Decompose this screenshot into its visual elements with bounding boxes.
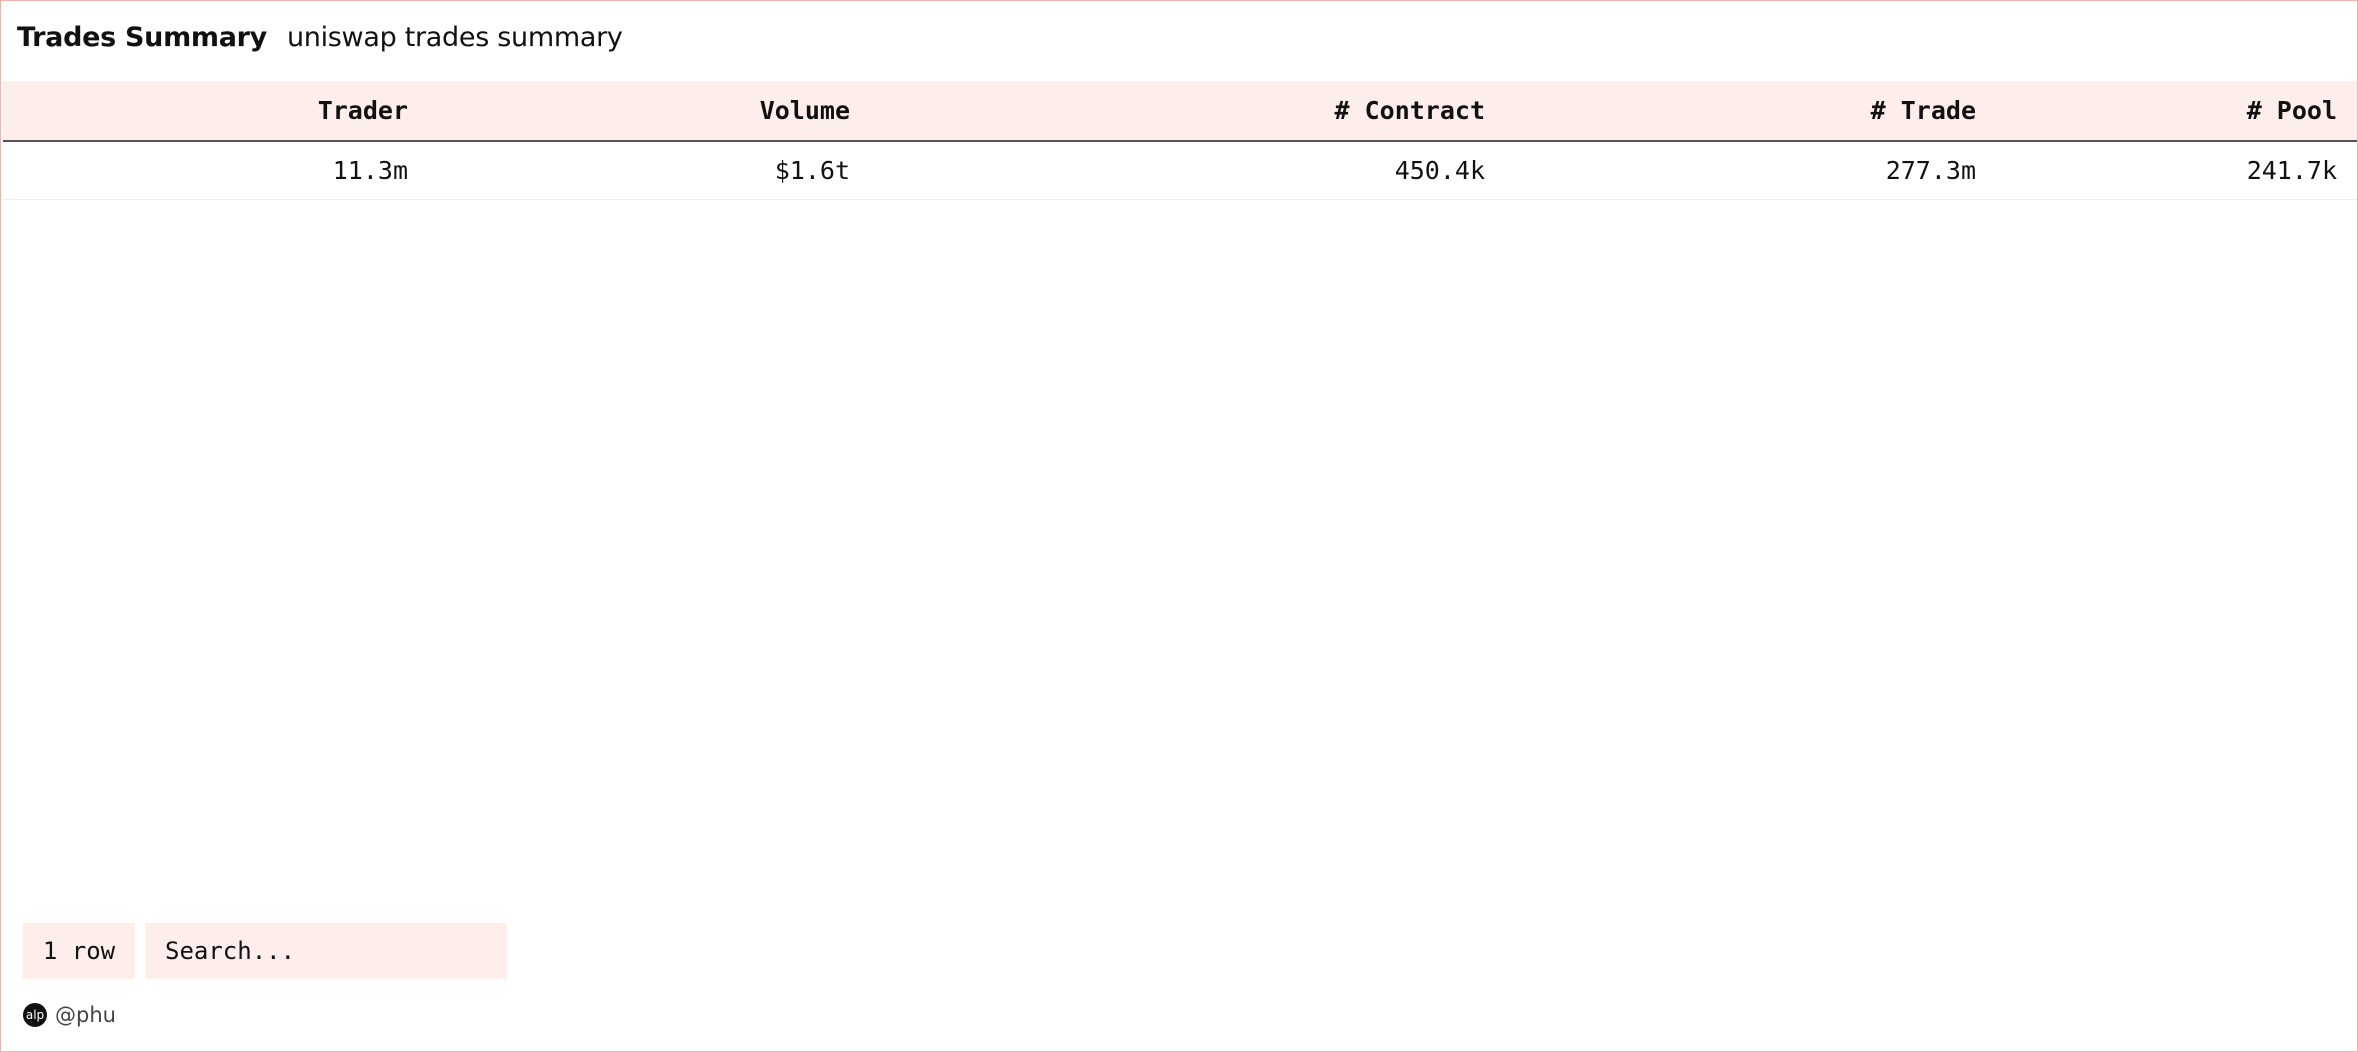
table-cell-volume: $1.6t [428,141,870,200]
widget-subtitle: uniswap trades summary [286,21,623,53]
row-count-badge: 1 row [23,923,135,979]
author-handle[interactable]: @phu [55,1003,116,1027]
column-header-contract-count[interactable]: # Contract [870,81,1505,142]
column-header-trade-count[interactable]: # Trade [1505,81,1996,142]
table-cell-pool-count: 241.7k [1996,141,2357,200]
table-cell-trade-count: 277.3m [1505,141,1996,200]
author-avatar-icon: alp [23,1003,47,1027]
widget-frame: Trades Summary uniswap trades summary Tr… [0,0,2358,1052]
author-credit[interactable]: alp @phu [23,1003,116,1027]
column-header-pool-count[interactable]: # Pool [1996,81,2357,142]
column-header-trader[interactable]: Trader [3,81,428,142]
table-cell-contract-count: 450.4k [870,141,1505,200]
table-row: 11.3m $1.6t 450.4k 277.3m 241.7k [3,141,2357,200]
table-cell-trader: 11.3m [3,141,428,200]
column-header-volume[interactable]: Volume [428,81,870,142]
widget-title: Trades Summary [17,21,267,53]
data-table: Trader Volume # Contract # Trade # Pool … [3,81,2357,200]
table-footer-controls: 1 row [23,923,507,979]
table-header-row: Trader Volume # Contract # Trade # Pool [3,81,2357,142]
widget-header: Trades Summary uniswap trades summary [17,19,623,55]
search-input[interactable] [145,923,507,979]
